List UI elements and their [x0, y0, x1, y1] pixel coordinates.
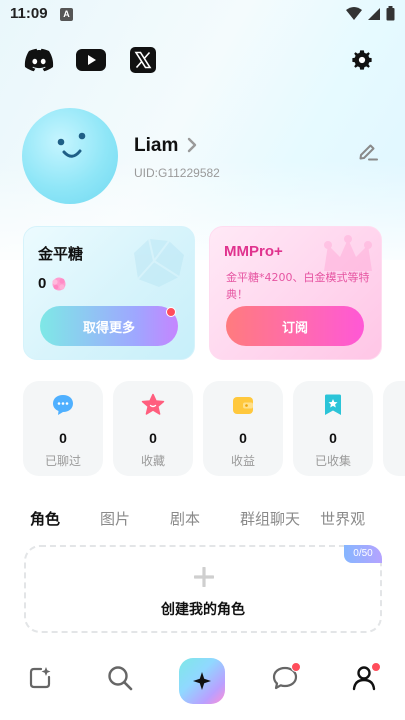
tab-characters[interactable]: 角色	[30, 508, 60, 529]
stat-favorites[interactable]: 0 收藏	[113, 381, 193, 476]
discord-icon[interactable]	[24, 45, 54, 75]
user-id: UID:G11229582	[134, 166, 220, 180]
nav-messages[interactable]	[265, 658, 305, 698]
notification-dot	[371, 662, 381, 672]
candy-title: 金平糖	[38, 245, 84, 263]
candy-icon	[52, 277, 66, 290]
sparkle-icon	[193, 672, 211, 690]
plus-icon	[194, 567, 214, 587]
avatar[interactable]	[22, 108, 118, 204]
wallet-icon	[233, 397, 253, 414]
x-icon[interactable]	[128, 45, 158, 75]
social-links	[24, 45, 158, 75]
mmpro-card: MMPro+ 金平糖*4200、白金模式等特典！ 订阅	[209, 226, 382, 360]
nav-home[interactable]	[179, 658, 225, 704]
create-character-label: 创建我的角色	[161, 602, 245, 618]
status-indicators	[346, 6, 395, 21]
create-character-button[interactable]: 创建我的角色 0/50	[24, 545, 382, 633]
stat-label: 收益	[230, 454, 255, 468]
smiley-face-icon	[57, 132, 86, 158]
candy-card: 金平糖 0 取得更多	[23, 226, 195, 360]
tab-scripts[interactable]: 剧本	[170, 508, 200, 529]
tab-worldview[interactable]: 世界观	[320, 508, 365, 529]
nav-search[interactable]	[100, 658, 140, 698]
signal-icon	[368, 7, 380, 20]
stat-collected[interactable]: 0 已收集	[293, 381, 373, 476]
star-icon	[141, 393, 165, 415]
mmpro-description: 金平糖*4200、白金模式等特典！	[226, 271, 370, 301]
candy-count-value: 0	[38, 275, 47, 292]
stat-box-partial[interactable]	[383, 381, 405, 476]
stat-label: 收藏	[140, 454, 165, 468]
edit-pencil-icon[interactable]	[357, 140, 379, 162]
notification-dot	[166, 307, 176, 317]
stat-value: 0	[59, 430, 67, 446]
bottom-nav	[0, 646, 405, 720]
tab-images[interactable]: 图片	[100, 508, 130, 529]
search-icon	[108, 666, 133, 691]
status-bar: 11:09 A	[0, 0, 405, 28]
stat-value: 0	[149, 430, 157, 446]
mmpro-title: MMPro+	[224, 243, 283, 260]
stats-row: 0 已聊过 0 收藏 0 收益 0 已收集	[23, 381, 373, 476]
bookmark-star-icon	[325, 394, 341, 415]
chevron-right-icon[interactable]	[186, 137, 198, 153]
stat-value: 0	[239, 430, 247, 446]
stat-value: 0	[329, 430, 337, 446]
candy-count: 0	[38, 275, 68, 292]
battery-icon	[386, 6, 395, 21]
status-time: 11:09	[10, 5, 48, 22]
character-count-badge: 0/50	[344, 545, 382, 563]
get-more-button[interactable]: 取得更多	[40, 306, 178, 346]
content-tabs: 角色 图片 剧本 群组聊天 世界观	[30, 508, 405, 529]
notification-dot	[291, 662, 301, 672]
stat-label: 已聊过	[44, 454, 81, 468]
notification-icon: A	[60, 8, 73, 21]
stat-label: 已收集	[314, 454, 351, 468]
stat-chatted[interactable]: 0 已聊过	[23, 381, 103, 476]
tab-group-chat[interactable]: 群组聊天	[240, 508, 300, 529]
settings-gear-icon[interactable]	[347, 45, 377, 75]
nav-profile[interactable]	[344, 658, 384, 698]
profile-name[interactable]: Liam	[134, 135, 178, 157]
chat-bubble-icon	[53, 395, 73, 415]
wifi-icon	[346, 6, 362, 20]
stat-earnings[interactable]: 0 收益	[203, 381, 283, 476]
nav-create[interactable]	[20, 658, 60, 698]
sparkle-note-icon	[29, 667, 51, 689]
crystal-decoration-icon	[134, 238, 184, 287]
youtube-icon[interactable]	[76, 45, 106, 75]
subscribe-button[interactable]: 订阅	[226, 306, 364, 346]
